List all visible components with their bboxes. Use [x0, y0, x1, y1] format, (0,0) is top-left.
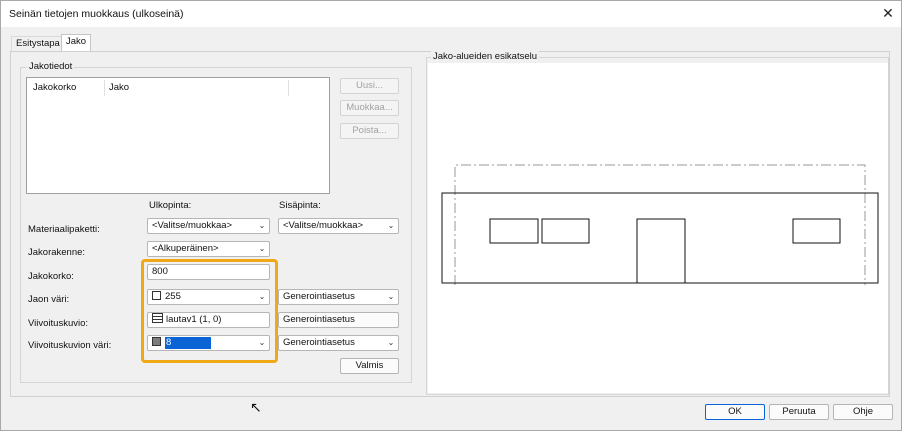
viivoituskuvion-vari-setting-select[interactable]: Generointiasetus ⌄: [278, 335, 399, 351]
column-header-jako[interactable]: Jako: [109, 82, 129, 93]
jakorakenne-select[interactable]: <Alkuperäinen> ⌄: [147, 241, 270, 257]
edit-button[interactable]: Muokkaa...: [340, 100, 399, 116]
title-bar: Seinän tietojen muokkaus (ulkoseinä) ✕: [1, 1, 901, 27]
mouse-cursor-icon: ↖: [250, 399, 262, 415]
dialog-window: Seinän tietojen muokkaus (ulkoseinä) ✕ E…: [0, 0, 902, 431]
cancel-button[interactable]: Peruuta: [769, 404, 829, 420]
window-opening-3: [792, 218, 841, 244]
help-button[interactable]: Ohje: [833, 404, 893, 420]
viivoituskuvio-label: Viivoituskuvio:: [28, 318, 89, 329]
preview-canvas: [428, 63, 888, 393]
jaon-vari-setting-value: Generointiasetus: [283, 291, 355, 302]
delete-button[interactable]: Poista...: [340, 123, 399, 139]
jakotiedot-group-label: Jakotiedot: [27, 61, 75, 73]
chevron-down-icon: ⌄: [387, 292, 395, 301]
materiaalipaketti-inner-value: <Valitse/muokkaa>: [283, 220, 364, 231]
materiaalipaketti-inner-select[interactable]: <Valitse/muokkaa> ⌄: [278, 218, 399, 234]
jakotiedot-list[interactable]: Jakokorko Jako: [26, 77, 330, 194]
sisapinta-label: Sisäpinta:: [279, 200, 321, 211]
chevron-down-icon: ⌄: [258, 244, 266, 253]
materiaalipaketti-label: Materiaalipaketti:: [28, 224, 100, 235]
jakorakenne-label: Jakorakenne:: [28, 247, 86, 258]
new-button[interactable]: Uusi...: [340, 78, 399, 94]
ulkopinta-label: Ulkopinta:: [149, 200, 192, 211]
jakokorko-label: Jakokorko:: [28, 271, 74, 282]
chevron-down-icon: ⌄: [258, 221, 266, 230]
door-opening: [636, 218, 686, 284]
jaon-vari-label: Jaon väri:: [28, 294, 70, 305]
column-separator[interactable]: [288, 80, 289, 96]
chevron-down-icon: ⌄: [387, 338, 395, 347]
viivoituskuvion-vari-label: Viivoituskuvion väri:: [28, 340, 112, 351]
viivoituskuvio-setting-button[interactable]: Generointiasetus: [278, 312, 399, 328]
wall-preview-drawing: [441, 164, 879, 285]
window-opening-1: [489, 218, 539, 244]
tab-jako[interactable]: Jako: [61, 34, 92, 52]
chevron-down-icon: ⌄: [387, 221, 395, 230]
list-header: Jakokorko Jako: [27, 78, 329, 98]
preview-group-label: Jako-alueiden esikatselu: [431, 51, 540, 63]
wall-rectangle: [441, 192, 879, 284]
valmis-button[interactable]: Valmis: [340, 358, 399, 374]
tab-esitystapa[interactable]: Esitystapa: [11, 36, 65, 52]
jaon-vari-setting-select[interactable]: Generointiasetus ⌄: [278, 289, 399, 305]
close-icon[interactable]: ✕: [875, 1, 901, 27]
materiaalipaketti-outer-value: <Valitse/muokkaa>: [152, 220, 233, 231]
viivoituskuvion-vari-setting-value: Generointiasetus: [283, 337, 355, 348]
window-title: Seinän tietojen muokkaus (ulkoseinä): [9, 8, 184, 20]
column-separator[interactable]: [104, 80, 105, 96]
jakorakenne-value: <Alkuperäinen>: [152, 243, 219, 254]
column-header-jakokorko[interactable]: Jakokorko: [33, 82, 76, 93]
materiaalipaketti-outer-select[interactable]: <Valitse/muokkaa> ⌄: [147, 218, 270, 234]
ok-button[interactable]: OK: [705, 404, 765, 420]
highlight-annotation: [141, 259, 278, 363]
wall-outline-dashed: [454, 164, 866, 285]
window-opening-2: [541, 218, 590, 244]
